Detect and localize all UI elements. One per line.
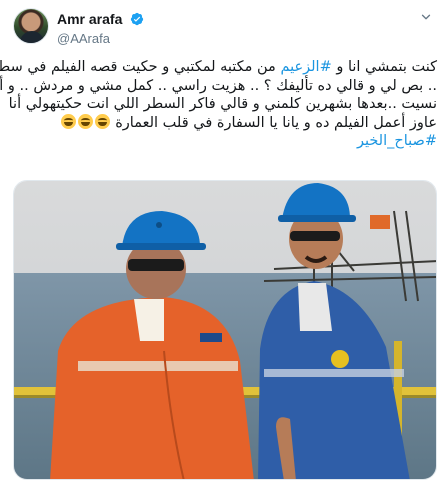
tweet-line-1: كنت بتمشي انا و #الزعيم من مكتبه لمكتبي … [0, 59, 437, 75]
photo-image [14, 181, 436, 479]
author-names: Amr arafa @AArafa [57, 10, 144, 46]
chevron-down-icon[interactable] [419, 10, 433, 24]
hashtag-link[interactable]: #الزعيم [280, 59, 331, 75]
tweet-header: Amr arafa @AArafa [13, 8, 433, 48]
tweet-line-4: عاوز أعمل الفيلم ده و يانا يا السفارة في… [13, 113, 437, 133]
tweet-line-5: #صباح_الخير [13, 132, 437, 151]
author-avatar[interactable] [13, 8, 49, 44]
tweet-photo[interactable] [13, 180, 437, 480]
joy-emoji-icon [94, 113, 110, 129]
tweet-line-3: نسيت ..بعدها بشهرين كلمني و قالي فاكر ال… [8, 96, 437, 112]
joy-emoji-icon [77, 113, 93, 129]
hashtag-link[interactable]: #صباح_الخير [357, 133, 437, 149]
tweet-card: Amr arafa @AArafa كنت بتمشي انا و #الزعي… [0, 0, 447, 482]
tweet-line-2: .. بص لي و قالي ده تأليفك ؟ .. هزيت راسي… [0, 77, 437, 94]
author-handle[interactable]: @AArafa [57, 31, 144, 46]
verified-badge-icon [130, 12, 143, 25]
author-display-name[interactable]: Amr arafa [57, 11, 122, 27]
joy-emoji-icon [60, 113, 76, 129]
tweet-text: كنت بتمشي انا و #الزعيم من مكتبه لمكتبي … [0, 58, 437, 151]
